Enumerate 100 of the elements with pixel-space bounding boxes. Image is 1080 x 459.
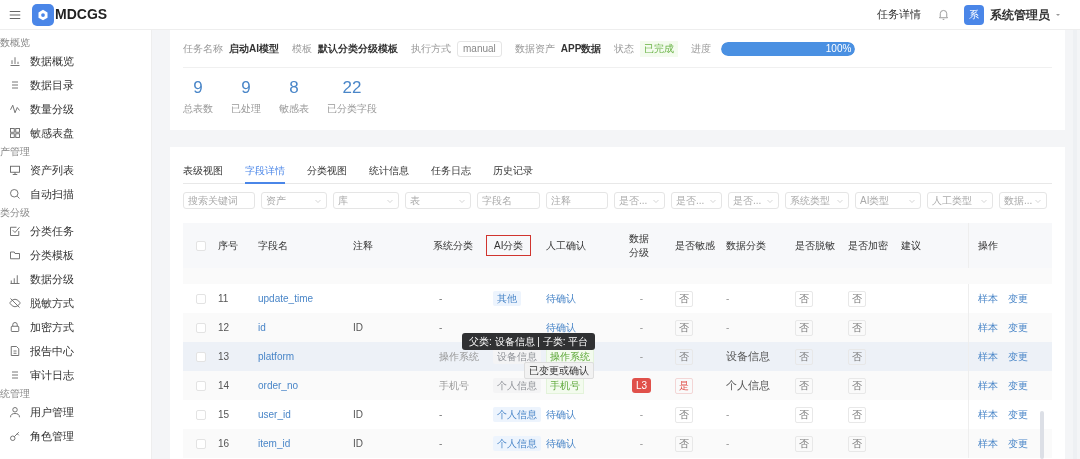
filter-input[interactable]: 注释 <box>546 192 608 209</box>
sidebar-item[interactable]: 脱敏方式 <box>0 291 151 315</box>
checkbox[interactable] <box>195 409 206 420</box>
tab[interactable]: 分类视图 <box>307 163 347 184</box>
filter-select[interactable]: 是否... <box>728 192 779 209</box>
field-name-link[interactable]: user_id <box>258 407 291 422</box>
tab[interactable]: 表级视图 <box>183 163 223 184</box>
filter-select[interactable]: 系统类型 <box>785 192 849 209</box>
grid-icon <box>9 127 21 139</box>
sidebar-item[interactable]: 加密方式 <box>0 315 151 339</box>
action-link[interactable]: 样本 <box>978 349 998 364</box>
tab[interactable]: 字段详情 <box>245 163 285 184</box>
field-name-link[interactable]: item_id <box>258 436 291 451</box>
table-cell-text: - <box>439 437 443 451</box>
sidebar-item[interactable]: 分类模板 <box>0 243 151 267</box>
sidebar-item[interactable]: 报告中心 <box>0 339 151 363</box>
pending-link[interactable]: 待确认 <box>546 320 576 335</box>
filter-select[interactable]: 是否... <box>614 192 665 209</box>
sidebar-item[interactable]: 角色管理 <box>0 424 151 448</box>
row-number: 12 <box>218 321 230 335</box>
tab[interactable]: 统计信息 <box>369 163 409 184</box>
lock-icon <box>9 321 21 333</box>
checkbox[interactable] <box>195 240 206 251</box>
filter-select[interactable]: 表 <box>405 192 471 209</box>
field-name-link[interactable]: platform <box>258 349 295 364</box>
tooltip: 已变更或确认 <box>524 362 594 379</box>
bell-icon[interactable] <box>937 8 950 21</box>
field-label: 数据资产 <box>514 42 555 56</box>
field-name-link[interactable]: update_time <box>258 291 314 306</box>
checkbox[interactable] <box>195 380 206 391</box>
flag-tag: 否 <box>848 319 866 336</box>
table-cell-text: - <box>639 437 644 451</box>
sidebar-item[interactable]: 用户管理 <box>0 400 151 424</box>
field-label: 任务名称 <box>183 42 223 56</box>
action-link[interactable]: 变更 <box>1008 349 1028 364</box>
column-header: 序号 <box>218 239 238 253</box>
user-icon <box>9 406 21 418</box>
flag-tag: 否 <box>795 348 813 365</box>
user-avatar[interactable]: 系 <box>964 4 984 25</box>
sidebar-item[interactable]: 数据目录 <box>0 73 151 97</box>
column-header: 操作 <box>978 239 998 253</box>
pending-link[interactable]: 待确认 <box>546 436 576 451</box>
table-cell-text: - <box>726 292 730 306</box>
scrollbar[interactable] <box>1040 411 1044 459</box>
flag-tag: 否 <box>675 406 693 423</box>
bar-chart-icon <box>9 273 21 285</box>
pending-link[interactable]: 待确认 <box>546 291 576 306</box>
checkbox[interactable] <box>195 438 206 449</box>
field-name-link[interactable]: id <box>258 320 266 335</box>
table-cell-text: 手机号 <box>439 379 469 393</box>
sidebar-item[interactable]: 敏感表盘 <box>0 121 151 145</box>
tab[interactable]: 任务日志 <box>431 163 471 184</box>
action-link[interactable]: 变更 <box>1008 320 1028 335</box>
checkbox[interactable] <box>195 351 206 362</box>
column-header: 系统分类 <box>433 239 473 253</box>
checkbox[interactable] <box>195 322 206 333</box>
table-cell-text: - <box>639 321 644 335</box>
filter-input[interactable]: 字段名 <box>477 192 540 209</box>
action-link[interactable]: 样本 <box>978 407 998 422</box>
sidebar-section-label: 类分级 <box>0 206 31 219</box>
sidebar-item[interactable]: 资产列表 <box>0 158 151 182</box>
document-icon <box>9 345 21 357</box>
sidebar-item[interactable]: 数量分级 <box>0 97 151 121</box>
row-number: 14 <box>218 379 230 393</box>
filter-select[interactable]: 数据... <box>999 192 1047 209</box>
table-cell-text: - <box>439 408 443 422</box>
table-cell-text: 操作系统 <box>439 350 479 364</box>
action-link[interactable]: 变更 <box>1008 291 1028 306</box>
pending-link[interactable]: 待确认 <box>546 407 576 422</box>
filter-select[interactable]: 资产 <box>261 192 327 209</box>
filter-select[interactable]: AI类型 <box>855 192 921 209</box>
flag-tag: 否 <box>675 319 693 336</box>
flag-tag: 否 <box>848 348 866 365</box>
filter-input[interactable]: 搜索关键词 <box>183 192 255 209</box>
filter-select[interactable]: 库 <box>333 192 399 209</box>
action-link[interactable]: 变更 <box>1008 378 1028 393</box>
action-link[interactable]: 样本 <box>978 291 998 306</box>
monitor-icon <box>9 164 21 176</box>
category-tag: 个人信息 <box>493 436 541 451</box>
sidebar-item[interactable]: 审计日志 <box>0 363 151 387</box>
checkbox[interactable] <box>195 293 206 304</box>
list-icon <box>9 79 21 91</box>
action-link[interactable]: 变更 <box>1008 436 1028 451</box>
user-name[interactable]: 系统管理员 <box>990 5 1050 24</box>
field-label: 执行方式 <box>411 42 451 56</box>
sidebar-item[interactable]: 自动扫描 <box>0 182 151 206</box>
stat-value: 9 <box>193 77 203 99</box>
tab[interactable]: 历史记录 <box>493 163 533 184</box>
field-name-link[interactable]: order_no <box>258 378 299 393</box>
filter-select[interactable]: 人工类型 <box>927 192 993 209</box>
filter-select[interactable]: 是否... <box>671 192 722 209</box>
table-cell-text: 个人信息 <box>726 378 770 394</box>
sidebar-item[interactable]: 数据概览 <box>0 49 151 73</box>
eye-slash-icon <box>9 297 21 309</box>
action-link[interactable]: 样本 <box>978 436 998 451</box>
action-link[interactable]: 样本 <box>978 320 998 335</box>
sidebar-item[interactable]: 数据分级 <box>0 267 151 291</box>
action-link[interactable]: 样本 <box>978 378 998 393</box>
sidebar-item[interactable]: 分类任务 <box>0 219 151 243</box>
action-link[interactable]: 变更 <box>1008 407 1028 422</box>
